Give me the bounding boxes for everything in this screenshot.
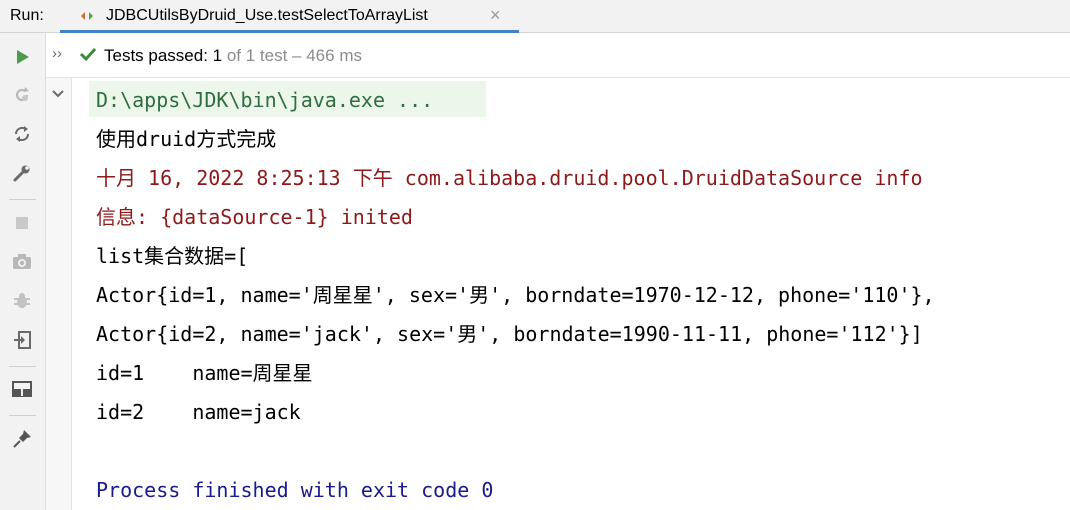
run-config-title: JDBCUtilsByDruid_Use.testSelectToArrayLi… [106,7,428,24]
check-icon [79,46,97,67]
tests-detail: of 1 test – 466 ms [222,46,362,65]
console-line: id=2 name=jack [96,400,301,424]
toolbar-divider [9,199,36,200]
console-line: 使用druid方式完成 [96,127,277,151]
settings-wrench-icon[interactable] [10,161,34,185]
console-line: id=1 name=周星星 [96,361,313,385]
layout-icon[interactable] [10,377,34,401]
console-line: Process finished with exit code 0 [96,478,494,502]
run-icon[interactable] [10,45,34,69]
run-config-tab[interactable]: JDBCUtilsByDruid_Use.testSelectToArrayLi… [60,0,519,33]
stop-icon[interactable] [10,211,34,235]
pin-icon[interactable] [10,427,34,451]
close-icon[interactable]: × [490,6,501,24]
console-line: Actor{id=2, name='jack', sex='男', bornda… [96,322,923,346]
console-line: 十月 16, 2022 8:25:13 下午 com.alibaba.druid… [96,166,923,190]
console-line: 信息: {dataSource-1} inited [96,205,413,229]
test-config-icon [80,9,94,23]
test-status-bar: ›› Tests passed: 1 of 1 test – 466 ms [46,33,1070,78]
console-line: list集合数据=[ [96,244,249,268]
console-output[interactable]: D:\apps\JDK\bin\java.exe ... 使用druid方式完成… [73,78,1070,510]
console-line: Actor{id=1, name='周星星', sex='男', borndat… [96,283,935,307]
run-label: Run: [10,7,44,24]
debug-icon[interactable] [10,289,34,313]
toolbar-divider [9,415,36,416]
toolbar-divider [9,366,36,367]
rerun-failed-icon[interactable] [10,83,34,107]
console-line: D:\apps\JDK\bin\java.exe ... [96,88,434,112]
rerun-icon[interactable] [10,122,34,146]
test-tree-panel [46,78,72,510]
expand-chevrons-icon[interactable]: ›› [52,45,62,62]
camera-icon[interactable] [10,250,34,274]
run-toolbar [0,33,46,510]
tests-passed-label: Tests passed: 1 [104,46,223,65]
run-tool-window-header: Run: JDBCUtilsByDruid_Use.testSelectToAr… [0,0,1070,33]
test-status-text: Tests passed: 1 of 1 test – 466 ms [104,46,362,66]
import-icon[interactable] [10,328,34,352]
chevron-down-icon[interactable] [51,86,65,105]
